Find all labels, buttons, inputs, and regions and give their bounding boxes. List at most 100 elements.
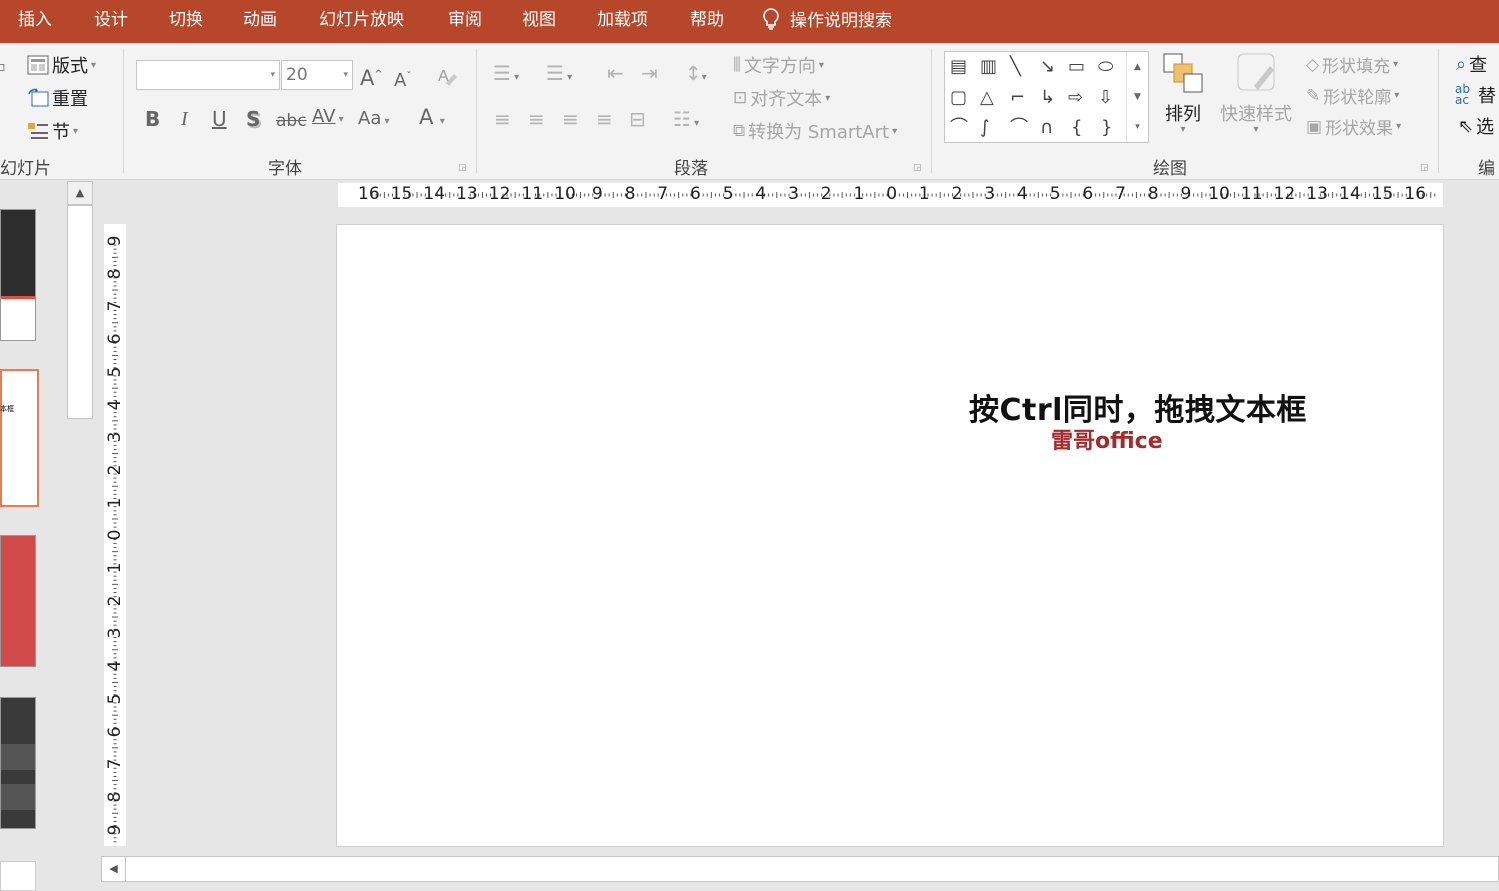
distribute-icon[interactable]: ⊟ [629,109,646,129]
slide-subtitle-textbox[interactable]: 雷哥office [1051,423,1163,455]
tab-review[interactable]: 审阅 [448,8,482,32]
text-shadow-icon[interactable]: S [246,109,260,129]
tab-transitions[interactable]: 切换 [169,8,203,32]
font-dialog-launcher-icon[interactable]: ◲ [458,163,467,173]
font-size-dropdown-icon[interactable]: ▾ [339,70,348,80]
shape-outline-button[interactable]: ✎ 形状轮廓 ▾ [1306,83,1399,109]
right-brace-shape-icon[interactable]: } [1101,118,1112,138]
shape-effects-button[interactable]: ▣ 形状效果 ▾ [1306,114,1401,140]
right-arrow-shape-icon[interactable]: ⇨ [1068,88,1083,108]
ruler-number: 8 [624,184,636,204]
down-arrow-shape-icon[interactable]: ⇩ [1098,88,1113,108]
text-direction-icon: ⫼ [733,55,741,75]
change-case-icon[interactable]: Aa ▾ [358,109,390,132]
font-size-combo[interactable]: 20 ▾ [281,60,353,90]
curve-shape-icon[interactable]: ∩ [1040,118,1053,138]
align-text-button[interactable]: ⊡ 对齐文本 ▾ [733,85,830,111]
vertical-textbox-shape-icon[interactable]: ▥ [980,57,997,77]
columns-icon[interactable]: ☷ ▾ [673,109,699,134]
elbow-arrow-connector-shape-icon[interactable]: ↳ [1040,88,1055,108]
section-button[interactable]: 节 ▾ [27,118,78,144]
ruler-number: 10 [1208,184,1230,204]
slide-thumbnail-4[interactable] [0,697,36,829]
tab-view[interactable]: 视图 [522,8,556,32]
tab-slideshow[interactable]: 幻灯片放映 [319,8,404,32]
thumbnail-scrollbar[interactable]: ▲ [67,181,93,889]
triangle-shape-icon[interactable]: △ [980,88,994,108]
scrollbar-thumb[interactable] [67,205,93,419]
shrink-font-icon[interactable]: Aˇ [394,67,411,91]
shape-fill-button[interactable]: ◇ 形状填充 ▾ [1306,52,1398,78]
scroll-left-icon[interactable]: ◀ [102,857,126,881]
shapes-gallery[interactable]: ▤ ▥ ╲ ↘ ▭ ⬭ ▢ △ ⌐ ↳ ⇨ ⇩ ⌒ ∫ ⌒ ∩ { } ▲ ▼ … [944,51,1149,143]
numbering-icon[interactable]: ☰ ▾ [546,63,572,88]
freeform-shape-icon[interactable]: ⌒ [950,118,968,138]
slide-thumbnail-5[interactable] [0,861,36,891]
justify-icon[interactable]: ≡ [596,109,613,129]
font-name-combo[interactable]: ▾ [136,60,280,90]
line-spacing-icon[interactable]: ↕▾ [685,63,707,88]
font-color-icon[interactable]: A ▾ [419,107,445,132]
gallery-scroll-up-icon[interactable]: ▲ [1126,52,1148,82]
grow-font-icon[interactable]: A^ [360,65,383,89]
clear-formatting-icon[interactable]: A [436,65,458,90]
gallery-scroll-down-icon[interactable]: ▼ [1126,82,1148,112]
paragraph-dialog-launcher-icon[interactable]: ◲ [913,163,922,173]
select-button[interactable]: ⇖ 选 [1458,113,1494,139]
convert-smartart-button[interactable]: ⧉ 转换为 SmartArt ▾ [733,118,897,144]
line-shape-icon[interactable]: ╲ [1010,57,1021,77]
italic-icon[interactable]: I [181,109,188,129]
arrow-line-shape-icon[interactable]: ↘ [1040,57,1055,77]
align-center-icon[interactable]: ≡ [528,109,545,129]
tell-me-search[interactable]: 操作说明搜索 [762,8,892,33]
text-direction-button[interactable]: ⫼ 文字方向 ▾ [733,52,824,78]
strikethrough-icon[interactable]: abc [276,111,307,131]
tab-design[interactable]: 设计 [94,8,128,32]
ruler-number: 9 [591,184,603,204]
ruler-number: 3 [984,184,996,204]
ruler-number: 5 [722,184,734,204]
char-spacing-icon[interactable]: AV ▾ [312,107,344,130]
replace-button[interactable]: ab ac 替 [1455,82,1496,108]
decrease-indent-icon[interactable]: ⇤ [607,63,624,83]
align-right-icon[interactable]: ≡ [562,109,579,129]
tab-animations[interactable]: 动画 [243,8,277,32]
elbow-connector-shape-icon[interactable]: ⌐ [1010,88,1025,108]
arrange-button[interactable]: 排列 ▾ [1162,52,1204,135]
slide-thumbnail-3[interactable] [0,535,36,667]
increase-indent-icon[interactable]: ⇥ [641,63,658,83]
vertical-ruler[interactable]: 9 8 7 6 5 4 3 2 1 0 1 2 3 4 5 6 7 8 9 [104,224,126,846]
find-button[interactable]: ⌕ 查 [1456,51,1487,77]
font-name-dropdown-icon[interactable]: ▾ [266,70,275,80]
scroll-up-icon[interactable]: ▲ [67,181,93,205]
new-slide-partial-icon[interactable]: ▫ [0,59,6,75]
oval-shape-icon[interactable]: ⬭ [1098,57,1113,77]
horizontal-scrollbar[interactable]: ◀ [101,856,1499,882]
slide-thumbnail-1[interactable] [0,209,36,341]
slide-canvas[interactable]: 按Ctrl同时，拖拽文本框 雷哥office [336,224,1444,847]
bullets-icon[interactable]: ☰ ▾ [493,63,519,88]
horizontal-ruler[interactable]: 16 15 14 13 12 11 10 9 8 7 6 5 4 3 2 1 0 1 2 3 4 5 6 7 8 9 10 11 12 1… [338,183,1443,207]
textbox-shape-icon[interactable]: ▤ [950,57,967,77]
drawing-dialog-launcher-icon[interactable]: ◲ [1420,163,1429,173]
slide-thumbnail-2-selected[interactable]: 本框 [0,369,39,507]
arc-shape-icon[interactable]: ⌒ [1010,118,1028,138]
gallery-more-icon[interactable]: ▾ [1126,112,1148,142]
quick-styles-button[interactable]: 快速样式 ▾ [1220,52,1292,135]
align-left-icon[interactable]: ≡ [494,109,511,129]
underline-icon[interactable]: U [212,109,227,129]
rounded-rectangle-shape-icon[interactable]: ▢ [950,88,967,108]
tab-help[interactable]: 帮助 [690,8,724,32]
rectangle-shape-icon[interactable]: ▭ [1068,57,1085,77]
scribble-shape-icon[interactable]: ∫ [980,118,989,138]
tab-addins[interactable]: 加载项 [597,8,648,32]
bold-icon[interactable]: B [145,109,160,129]
tab-insert[interactable]: 插入 [18,8,52,32]
reset-button[interactable]: 重置 [27,85,88,111]
layout-button[interactable]: 版式 ▾ [27,52,96,78]
replace-label: 替 [1478,86,1496,107]
pen-icon: ✎ [1306,85,1321,106]
section-icon [28,123,48,139]
left-brace-shape-icon[interactable]: { [1071,118,1082,138]
ruler-number: 4 [105,399,125,410]
